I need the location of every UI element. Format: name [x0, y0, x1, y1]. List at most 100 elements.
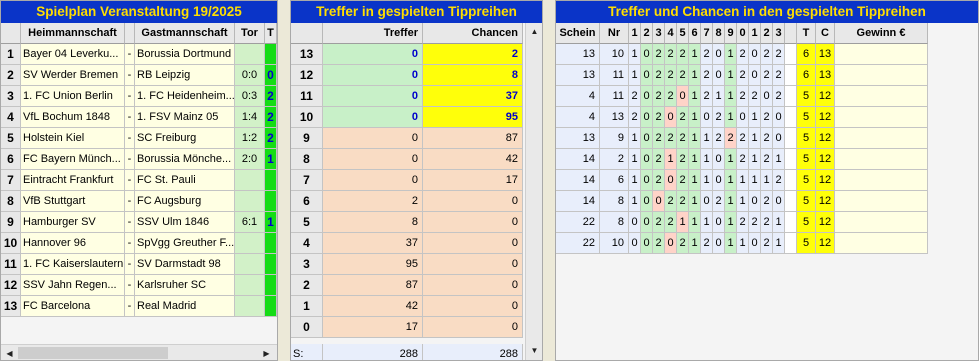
home-team-cell[interactable]: VfB Stuttgart — [21, 191, 125, 212]
row-number: 11 — [1, 254, 21, 275]
tip-result-cell[interactable]: 2 — [265, 128, 277, 149]
away-team-cell[interactable]: 1. FC Heidenheim... — [135, 86, 235, 107]
header-home[interactable]: Heimmannschaft — [21, 23, 125, 44]
header-blank — [785, 23, 797, 44]
vs-separator: - — [125, 170, 135, 191]
header-schein[interactable]: Schein — [556, 23, 600, 44]
pick-cell: 1 — [725, 44, 737, 65]
tip-result-cell[interactable]: 2 — [265, 86, 277, 107]
score-cell[interactable]: 2:0 — [235, 149, 265, 170]
tip-result-cell[interactable]: 2 — [265, 107, 277, 128]
pick-cell: 0 — [773, 191, 785, 212]
hits-cell: 5 — [797, 149, 816, 170]
away-team-cell[interactable]: Karlsruher SC — [135, 275, 235, 296]
header-treffer[interactable]: Treffer — [323, 23, 423, 44]
tip-result-cell[interactable] — [265, 170, 277, 191]
away-team-cell[interactable]: SSV Ulm 1846 — [135, 212, 235, 233]
home-team-cell[interactable]: Holstein Kiel — [21, 128, 125, 149]
header-t[interactable]: T — [797, 23, 816, 44]
pick-cell: 2 — [677, 65, 689, 86]
ticket-number: 4 — [556, 86, 600, 107]
home-team-cell[interactable]: 1. FC Kaiserslautern — [21, 254, 125, 275]
row-number: 3 — [1, 86, 21, 107]
tip-result-cell[interactable] — [265, 233, 277, 254]
row-number: 6 — [600, 170, 629, 191]
home-team-cell[interactable]: Hannover 96 — [21, 233, 125, 254]
away-team-cell[interactable]: Real Madrid — [135, 296, 235, 317]
score-cell[interactable]: 1:2 — [235, 128, 265, 149]
vs-separator: - — [125, 212, 135, 233]
scroll-thumb[interactable] — [18, 347, 168, 359]
pick-cell: 1 — [689, 191, 701, 212]
hits-cell: 5 — [797, 170, 816, 191]
tip-result-cell[interactable] — [265, 191, 277, 212]
away-team-cell[interactable]: Borussia Dortmund — [135, 44, 235, 65]
score-cell[interactable] — [235, 233, 265, 254]
match-row: 5 Holstein Kiel - SC Freiburg 1:2 2 — [1, 128, 277, 149]
away-team-cell[interactable]: FC St. Pauli — [135, 170, 235, 191]
header-pick: 2 — [761, 23, 773, 44]
away-team-cell[interactable]: RB Leipzig — [135, 65, 235, 86]
header-away[interactable]: Gastmannschaft — [135, 23, 235, 44]
score-cell[interactable] — [235, 170, 265, 191]
row-number: 10 — [600, 233, 629, 254]
chancen-value: 87 — [423, 128, 523, 149]
home-team-cell[interactable]: SV Werder Bremen — [21, 65, 125, 86]
home-team-cell[interactable]: VfL Bochum 1848 — [21, 107, 125, 128]
pick-cell: 1 — [773, 149, 785, 170]
tip-result-cell[interactable]: 1 — [265, 149, 277, 170]
winnings-cell — [835, 149, 928, 170]
score-cell[interactable]: 6:1 — [235, 212, 265, 233]
away-team-cell[interactable]: 1. FSV Mainz 05 — [135, 107, 235, 128]
scroll-up-icon[interactable]: ▲ — [526, 23, 542, 40]
score-cell[interactable]: 0:3 — [235, 86, 265, 107]
score-cell[interactable] — [235, 275, 265, 296]
match-row: 11 1. FC Kaiserslautern - SV Darmstadt 98 — [1, 254, 277, 275]
vs-separator: - — [125, 128, 135, 149]
away-team-cell[interactable]: Borussia Mönche... — [135, 149, 235, 170]
away-team-cell[interactable]: SV Darmstadt 98 — [135, 254, 235, 275]
tip-result-cell[interactable]: 0 — [265, 65, 277, 86]
header-tor[interactable]: Tor — [235, 23, 265, 44]
spielplan-hscrollbar[interactable]: ◀ ▶ — [1, 344, 277, 360]
score-cell[interactable] — [235, 296, 265, 317]
score-cell[interactable] — [235, 254, 265, 275]
home-team-cell[interactable]: FC Barcelona — [21, 296, 125, 317]
hits-count-label: 3 — [291, 254, 323, 275]
winnings-cell — [835, 191, 928, 212]
treffer-value: 95 — [323, 254, 423, 275]
pick-cell: 1 — [725, 233, 737, 254]
home-team-cell[interactable]: SSV Jahn Regen... — [21, 275, 125, 296]
away-team-cell[interactable]: SC Freiburg — [135, 128, 235, 149]
tip-result-cell[interactable] — [265, 296, 277, 317]
home-team-cell[interactable]: FC Bayern Münch... — [21, 149, 125, 170]
header-c[interactable]: C — [816, 23, 835, 44]
home-team-cell[interactable]: Eintracht Frankfurt — [21, 170, 125, 191]
home-team-cell[interactable]: Hamburger SV — [21, 212, 125, 233]
header-nr[interactable]: Nr — [600, 23, 629, 44]
pick-cell: 1 — [689, 107, 701, 128]
header-gewinn[interactable]: Gewinn € — [835, 23, 928, 44]
scroll-down-icon[interactable]: ▼ — [526, 342, 542, 359]
score-cell[interactable] — [235, 44, 265, 65]
header-t[interactable]: T — [265, 23, 277, 44]
away-team-cell[interactable]: SpVgg Greuther F... — [135, 233, 235, 254]
home-team-cell[interactable]: Bayer 04 Leverku... — [21, 44, 125, 65]
tip-result-cell[interactable] — [265, 275, 277, 296]
pick-cell: 1 — [689, 170, 701, 191]
header-sep — [125, 23, 135, 44]
scroll-right-icon[interactable]: ▶ — [258, 345, 275, 360]
tip-result-cell[interactable] — [265, 254, 277, 275]
away-team-cell[interactable]: FC Augsburg — [135, 191, 235, 212]
scroll-left-icon[interactable]: ◀ — [1, 345, 18, 360]
tip-result-cell[interactable]: 1 — [265, 212, 277, 233]
treffer-vscrollbar[interactable]: ▲ ▼ — [525, 23, 542, 360]
home-team-cell[interactable]: 1. FC Union Berlin — [21, 86, 125, 107]
tip-result-cell[interactable] — [265, 44, 277, 65]
score-cell[interactable] — [235, 191, 265, 212]
winnings-cell — [835, 233, 928, 254]
header-chancen[interactable]: Chancen — [423, 23, 523, 44]
pick-cell: 1 — [629, 128, 641, 149]
score-cell[interactable]: 0:0 — [235, 65, 265, 86]
score-cell[interactable]: 1:4 — [235, 107, 265, 128]
